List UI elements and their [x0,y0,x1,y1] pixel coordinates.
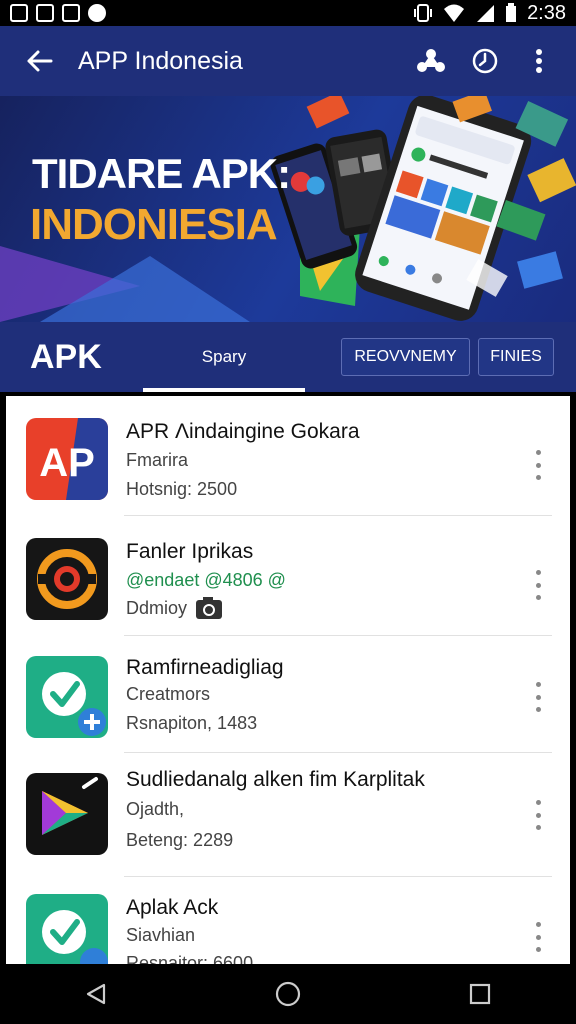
camera-badge-icon [196,597,223,619]
app-name: Sudliedanalg alken fim Karplitak [126,768,425,791]
signal-icon [477,5,495,22]
battery-icon [506,3,517,22]
banner-title-line2: INDONIESIA [30,200,278,249]
check-app-icon [26,894,108,964]
more-options-button[interactable] [528,922,548,952]
app-subtitle: Siavhian [126,925,196,945]
app-meta: Beteng: 2289 [126,830,233,851]
app-meta-text: Resnaitor: 6600 [126,953,254,964]
more-options-button[interactable] [520,42,558,80]
play-prism-app-icon [26,773,108,855]
more-options-button[interactable] [528,450,548,480]
promo-banner[interactable]: TIDARE APK: INDONIESIA [0,96,576,322]
home-circle-icon [275,981,301,1007]
history-icon [472,48,498,74]
share-button[interactable] [412,42,450,80]
tab-bar: APK Spary REOVVNEMY FINIES [0,322,576,392]
navigation-icon [36,4,54,22]
dot-icon [88,4,106,22]
apk-logo: APK [30,338,102,376]
app-meta-text: Hotsnig: 2500 [126,479,238,499]
more-vert-icon [536,49,542,73]
nav-home-button[interactable] [258,964,318,1024]
list-item[interactable]: Ramfirneadigliag Creatmors Rsnapiton, 14… [6,636,570,756]
banner-title-line1: TIDARE APK: [32,150,291,197]
app-meta-text: Rsnapiton, 1483 [126,713,258,733]
app-name: APR Λindaingine Gokara [126,420,360,443]
app-meta: Rsnapiton, 1483 [126,713,257,734]
arrow-left-icon [27,50,53,72]
vibrate-icon [414,4,433,22]
history-button[interactable] [466,42,504,80]
apr-app-icon: AP [26,418,108,500]
list-item[interactable]: Sudliedanalg alken fim Karplitak Ojadth,… [6,753,570,877]
page-title: APP Indonesia [78,46,243,75]
app-subtitle: Creatmors [126,684,211,704]
share-icon [417,49,445,72]
app-meta-text: Ddmioy [126,597,188,618]
back-button[interactable] [0,26,78,96]
status-bar: 2:38 [0,0,576,26]
back-triangle-icon [86,983,106,1005]
app-subtitle: Ojadth, [126,799,185,819]
gallery-icon [10,4,28,22]
app-list: AP APR Λindaingine Gokara Fmarira Hotsni… [6,396,570,964]
tab-finies[interactable]: FINIES [478,338,554,376]
app-meta: Hotsnig: 2500 [126,479,237,500]
system-nav-bar [0,964,576,1024]
wifi-icon [444,4,465,22]
tab-spary[interactable]: Spary [143,322,305,392]
check-plus-app-icon [26,656,108,738]
app-name: Ramfirneadigliag [126,656,284,679]
tab-reovvnemy[interactable]: REOVVNEMY [341,338,470,376]
camera-ring-app-icon [26,538,108,620]
status-time: 2:38 [527,1,566,24]
app-bar: APP Indonesia [0,26,576,96]
app-meta-text: Beteng: 2289 [126,830,234,850]
app-subtitle: @endaet @4806 @ [126,570,286,590]
app-meta: Ddmioy [126,596,223,620]
more-options-button[interactable] [528,800,548,830]
inbox-icon [62,4,80,22]
more-options-button[interactable] [528,570,548,600]
app-name: Aplak Ack [126,896,219,919]
nav-back-button[interactable] [66,964,126,1024]
list-item[interactable]: AP APR Λindaingine Gokara Fmarira Hotsni… [6,396,570,516]
recents-square-icon [469,983,491,1005]
app-name: Fanler Iprikas [126,540,254,563]
app-meta: Resnaitor: 6600 [126,953,253,964]
more-options-button[interactable] [528,682,548,712]
nav-recents-button[interactable] [450,964,510,1024]
list-item[interactable]: Fanler Iprikas @endaet @4806 @ Ddmioy [6,516,570,636]
svg-text:AP: AP [39,441,95,485]
app-subtitle: Fmarira [126,450,188,470]
list-item[interactable]: Aplak Ack Siavhian Resnaitor: 6600 [6,876,570,964]
